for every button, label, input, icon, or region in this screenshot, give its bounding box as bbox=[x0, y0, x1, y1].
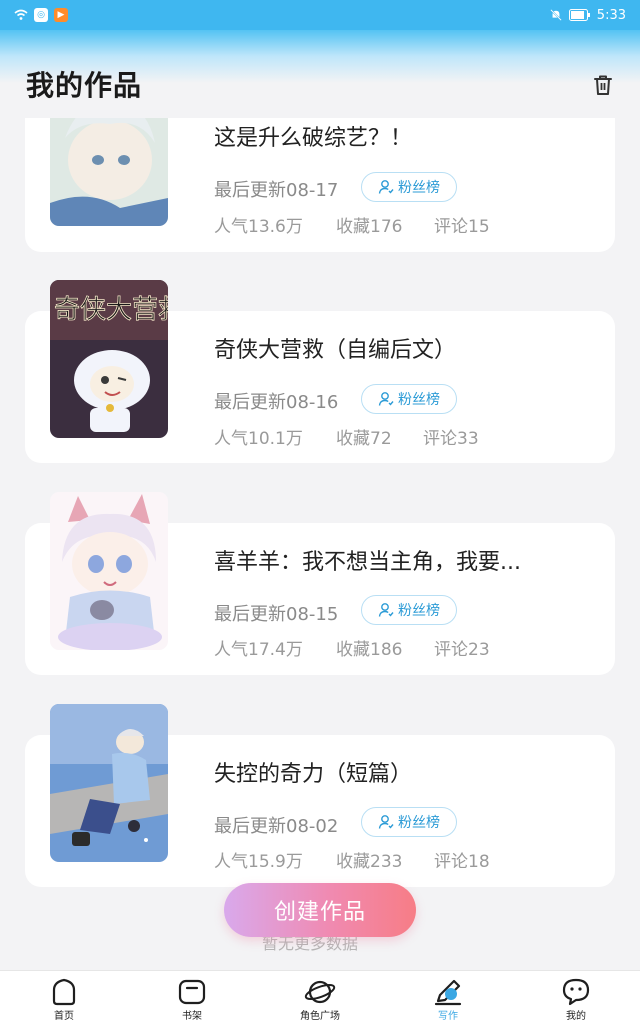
pen-icon bbox=[434, 979, 462, 1006]
app-notification-icon: ◎ bbox=[34, 8, 48, 22]
work-popularity: 人气17.4万 bbox=[214, 640, 303, 660]
nav-character-plaza[interactable]: 角色广场 bbox=[280, 977, 360, 1023]
nav-label: 我的 bbox=[566, 1011, 586, 1022]
work-last-updated: 最后更新08-15 bbox=[214, 604, 339, 625]
status-right: 5:33 bbox=[549, 8, 626, 23]
bell-muted-icon bbox=[550, 9, 562, 21]
fans-ranking-label: 粉丝榜 bbox=[398, 180, 440, 196]
work-cover-image[interactable] bbox=[50, 492, 168, 650]
cover-title-text: 奇侠大营救 bbox=[54, 295, 168, 325]
work-favorites: 收藏233 bbox=[336, 852, 403, 872]
nav-label: 首页 bbox=[54, 1011, 74, 1022]
work-comments: 评论18 bbox=[434, 852, 490, 872]
work-title[interactable]: 奇侠大营救（自编后文） bbox=[214, 332, 456, 364]
work-popularity: 人气15.9万 bbox=[214, 852, 303, 872]
nav-label: 写作 bbox=[438, 1011, 458, 1022]
fans-ranking-label: 粉丝榜 bbox=[398, 815, 440, 831]
home-icon bbox=[52, 978, 76, 1006]
fans-ranking-button[interactable]: 粉丝榜 bbox=[361, 172, 457, 202]
work-comments: 评论33 bbox=[423, 429, 479, 449]
nav-bookshelf[interactable]: 书架 bbox=[152, 977, 232, 1023]
work-popularity: 人气10.1万 bbox=[214, 429, 303, 449]
user-icon bbox=[378, 392, 394, 406]
work-cover-image[interactable]: 奇侠大营救 bbox=[50, 280, 168, 438]
trash-icon[interactable] bbox=[590, 72, 616, 98]
nav-writing[interactable]: 写作 bbox=[408, 977, 488, 1023]
user-icon bbox=[378, 815, 394, 829]
work-title[interactable]: 失控的奇力（短篇） bbox=[214, 756, 412, 788]
wifi-icon bbox=[14, 9, 28, 20]
work-comments: 评论23 bbox=[434, 640, 490, 660]
status-bar: ◎ ▶ 5:33 bbox=[0, 0, 640, 30]
work-cover-image[interactable] bbox=[50, 118, 168, 226]
work-last-updated: 最后更新08-17 bbox=[214, 180, 339, 201]
work-last-updated: 最后更新08-16 bbox=[214, 392, 339, 413]
page-title: 我的作品 bbox=[26, 69, 143, 102]
nav-label: 书架 bbox=[182, 1011, 202, 1022]
works-list[interactable]: 这是升么破综艺？！ 最后更新08-17 粉丝榜 人气13.6万 收藏176 评论… bbox=[0, 118, 640, 970]
user-icon bbox=[378, 180, 394, 194]
nav-profile[interactable]: 我的 bbox=[536, 977, 616, 1023]
work-popularity: 人气13.6万 bbox=[214, 217, 303, 237]
work-favorites: 收藏176 bbox=[336, 217, 403, 237]
fans-ranking-button[interactable]: 粉丝榜 bbox=[361, 384, 457, 414]
fans-ranking-button[interactable]: 粉丝榜 bbox=[361, 807, 457, 837]
work-title[interactable]: 这是升么破综艺？！ bbox=[214, 120, 412, 152]
status-left: ◎ ▶ bbox=[14, 8, 68, 22]
fans-ranking-label: 粉丝榜 bbox=[398, 603, 440, 619]
planet-icon bbox=[304, 980, 336, 1004]
status-time: 5:33 bbox=[596, 7, 626, 23]
work-cover-image[interactable] bbox=[50, 704, 168, 862]
work-title[interactable]: 喜羊羊：我不想当主角，我要... bbox=[214, 544, 521, 576]
battery-icon bbox=[568, 9, 590, 21]
bookshelf-icon bbox=[178, 979, 206, 1005]
video-notification-icon: ▶ bbox=[54, 8, 68, 22]
work-favorites: 收藏186 bbox=[336, 640, 403, 660]
work-last-updated: 最后更新08-02 bbox=[214, 816, 339, 837]
nav-home[interactable]: 首页 bbox=[24, 977, 104, 1023]
user-icon bbox=[378, 603, 394, 617]
chat-face-icon bbox=[562, 978, 590, 1006]
fans-ranking-label: 粉丝榜 bbox=[398, 392, 440, 408]
nav-label: 角色广场 bbox=[300, 1011, 340, 1022]
work-favorites: 收藏72 bbox=[336, 429, 392, 449]
create-work-button[interactable]: 创建作品 bbox=[224, 883, 416, 937]
work-comments: 评论15 bbox=[434, 217, 490, 237]
fans-ranking-button[interactable]: 粉丝榜 bbox=[361, 595, 457, 625]
bottom-nav: 首页 书架 角色广场 写作 我的 bbox=[0, 970, 640, 1024]
